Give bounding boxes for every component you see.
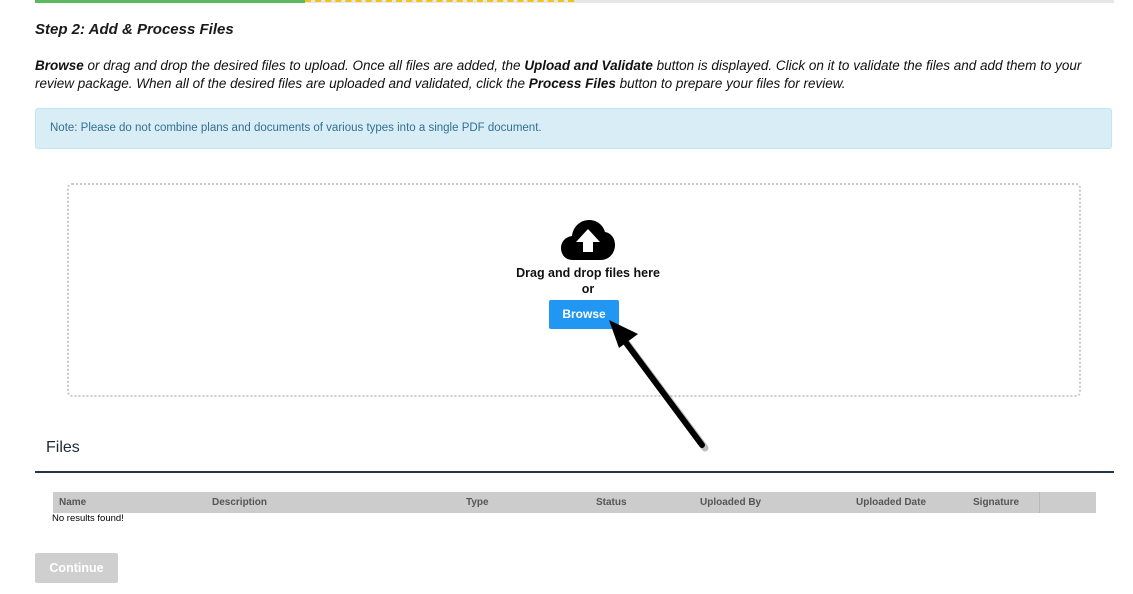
files-heading: Files	[46, 439, 80, 456]
progress-current-segment	[305, 0, 574, 2]
column-separator	[1039, 492, 1040, 513]
instructions-browse-term: Browse	[35, 58, 84, 73]
files-table-header: Name Description Type Status Uploaded By…	[53, 492, 1096, 513]
instructions-segment: button to prepare your files for review.	[615, 75, 846, 91]
instructions-process-files-term: Process Files	[528, 75, 616, 91]
column-header-name[interactable]: Name	[59, 497, 86, 508]
no-results-text: No results found!	[52, 513, 124, 524]
cloud-upload-icon	[561, 220, 615, 260]
files-divider	[35, 471, 1114, 473]
note-text: Note: Please do not combine plans and do…	[50, 122, 542, 134]
drag-drop-text: Drag and drop files here	[516, 266, 660, 280]
instructions-upload-validate-term: Upload and Validate	[524, 58, 653, 73]
or-text: or	[581, 282, 595, 296]
column-header-description[interactable]: Description	[212, 497, 267, 508]
column-header-type[interactable]: Type	[466, 497, 489, 508]
browse-button[interactable]: Browse	[549, 300, 619, 329]
progress-completed-segment	[35, 0, 305, 3]
column-header-signature[interactable]: Signature	[973, 497, 1019, 508]
column-header-uploaded-by[interactable]: Uploaded By	[700, 497, 761, 508]
note-box: Note: Please do not combine plans and do…	[35, 108, 1112, 149]
instructions-segment: or drag and drop the desired files to up…	[83, 58, 525, 73]
column-header-status[interactable]: Status	[596, 497, 627, 508]
step-title: Step 2: Add & Process Files	[35, 21, 234, 38]
instructions-text: Browse or drag and drop the desired file…	[35, 57, 1120, 92]
continue-button[interactable]: Continue	[35, 553, 118, 583]
column-header-uploaded-date[interactable]: Uploaded Date	[856, 497, 926, 508]
